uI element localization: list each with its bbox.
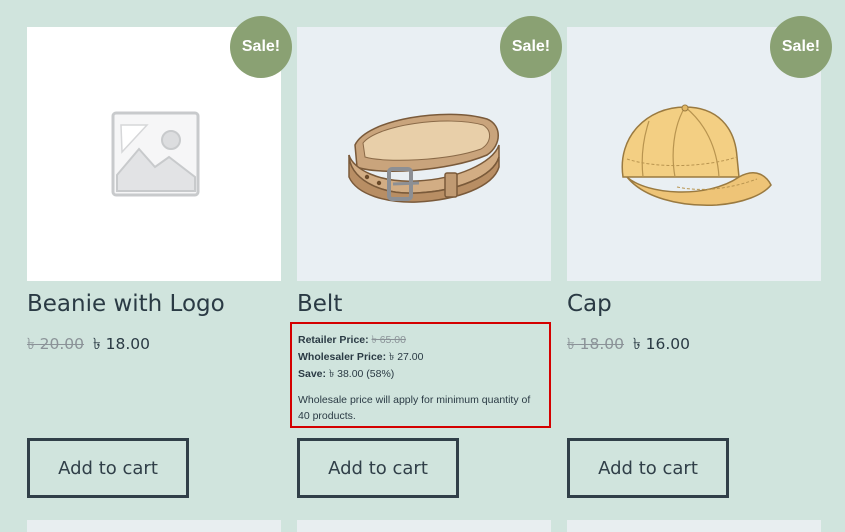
sale-badge: Sale! <box>230 16 292 78</box>
save-value: ৳ 38.00 (58%) <box>328 368 395 380</box>
product-card-belt: Belt Add to cart <box>297 0 551 529</box>
next-row-product-card[interactable] <box>27 520 281 532</box>
product-price: ৳ 20.00 ৳ 18.00 <box>27 332 150 358</box>
product-card-beanie: Beanie with Logo ৳ 20.00 ৳ 18.00 Add to … <box>27 0 281 529</box>
sale-badge: Sale! <box>770 16 832 78</box>
sale-price: ৳ 16.00 <box>632 335 690 353</box>
product-title[interactable]: Beanie with Logo <box>27 291 225 317</box>
wholesaler-price-label: Wholesaler Price: <box>298 351 387 363</box>
sale-badge: Sale! <box>500 16 562 78</box>
wholesale-note: Wholesale price will apply for minimum q… <box>298 394 531 422</box>
save-row: Save: ৳ 38.00 (58%) <box>298 366 549 383</box>
add-to-cart-button[interactable]: Add to cart <box>567 438 729 498</box>
retailer-price-row: Retailer Price: ৳ 65.00 <box>298 332 549 349</box>
next-row-product-card[interactable] <box>567 520 821 532</box>
old-price: ৳ 20.00 <box>27 335 85 353</box>
product-price: ৳ 18.00 ৳ 16.00 <box>567 332 690 358</box>
retailer-price-label: Retailer Price: <box>298 334 369 346</box>
product-title[interactable]: Cap <box>567 291 612 317</box>
wholesale-price-box: Retailer Price: ৳ 65.00 Wholesaler Price… <box>290 322 551 428</box>
sale-price: ৳ 18.00 <box>92 335 150 353</box>
wholesaler-price-row: Wholesaler Price: ৳ 27.00 <box>298 349 549 366</box>
retailer-price-value: ৳ 65.00 <box>371 334 406 346</box>
add-to-cart-button[interactable]: Add to cart <box>297 438 459 498</box>
add-to-cart-button[interactable]: Add to cart <box>27 438 189 498</box>
save-label: Save: <box>298 368 327 380</box>
product-title[interactable]: Belt <box>297 291 342 317</box>
old-price: ৳ 18.00 <box>567 335 625 353</box>
wholesaler-price-value: ৳ 27.00 <box>389 351 424 363</box>
next-row-product-card[interactable] <box>297 520 551 532</box>
product-card-cap: Cap ৳ 18.00 ৳ 16.00 Add to cart <box>567 0 821 529</box>
